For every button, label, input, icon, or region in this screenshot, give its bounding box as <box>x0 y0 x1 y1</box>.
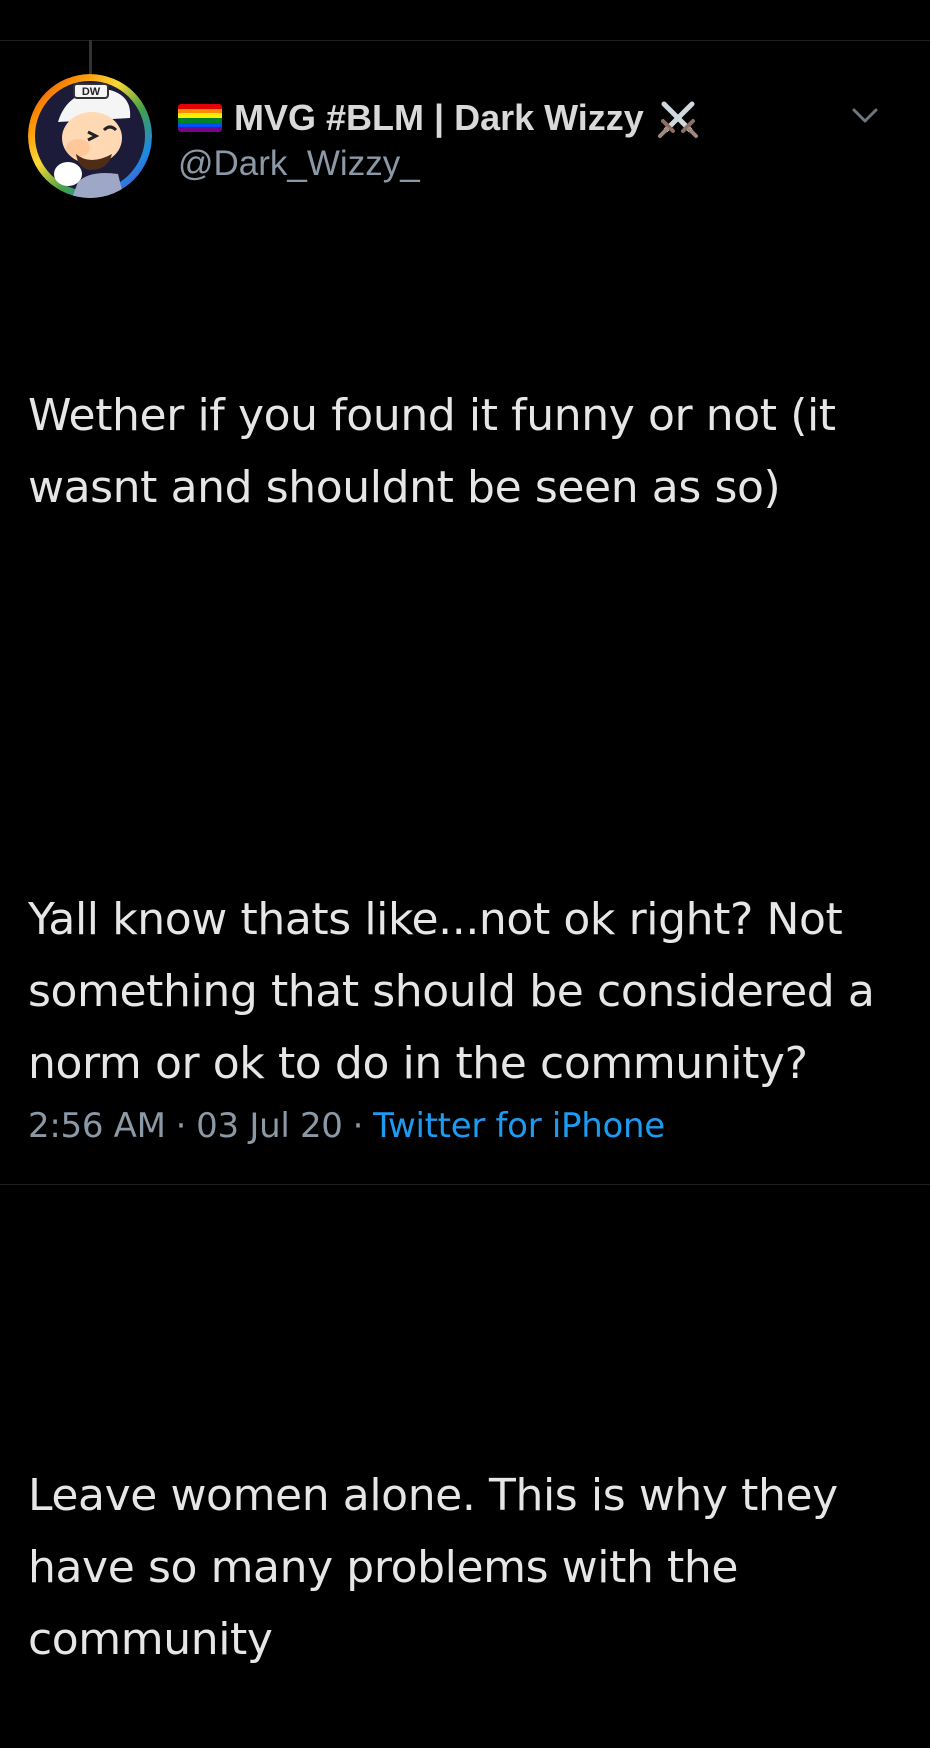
tweet-header: DW MVG #BLM | Dark Wizzy @Dark_Wizzy_ <box>28 74 908 202</box>
display-name[interactable]: MVG #BLM | Dark Wizzy <box>234 97 644 139</box>
handle[interactable]: @Dark_Wizzy_ <box>178 144 700 184</box>
chevron-down-icon[interactable] <box>848 104 882 128</box>
top-divider <box>0 40 930 41</box>
rainbow-flag-icon <box>178 104 222 132</box>
avatar[interactable]: DW <box>28 74 152 198</box>
avatar-cap-text: DW <box>82 86 101 98</box>
bottom-divider <box>0 1184 930 1185</box>
tweet-paragraph: Yall know thats like...not ok right? Not… <box>28 894 889 1089</box>
tweet-paragraph: Leave women alone. This is why they have… <box>28 1470 852 1665</box>
meta-separator: · <box>352 1106 364 1146</box>
display-name-row[interactable]: MVG #BLM | Dark Wizzy <box>178 92 700 144</box>
tweet-time[interactable]: 2:56 AM <box>28 1106 166 1146</box>
thread-connector-line <box>89 40 92 74</box>
author-names: MVG #BLM | Dark Wizzy @Dark_Wizzy_ <box>178 92 700 184</box>
meta-separator: · <box>175 1106 187 1146</box>
tweet-paragraph: Wether if you found it funny or not (it … <box>28 390 850 513</box>
tweet-meta: 2:56 AM · 03 Jul 20 · Twitter for iPhone <box>28 1106 665 1146</box>
crossed-swords-icon <box>656 96 700 140</box>
tweet-text: Wether if you found it funny or not (it … <box>28 236 908 1748</box>
tweet-source-link[interactable]: Twitter for iPhone <box>373 1106 665 1146</box>
tweet-date[interactable]: 03 Jul 20 <box>196 1106 343 1146</box>
